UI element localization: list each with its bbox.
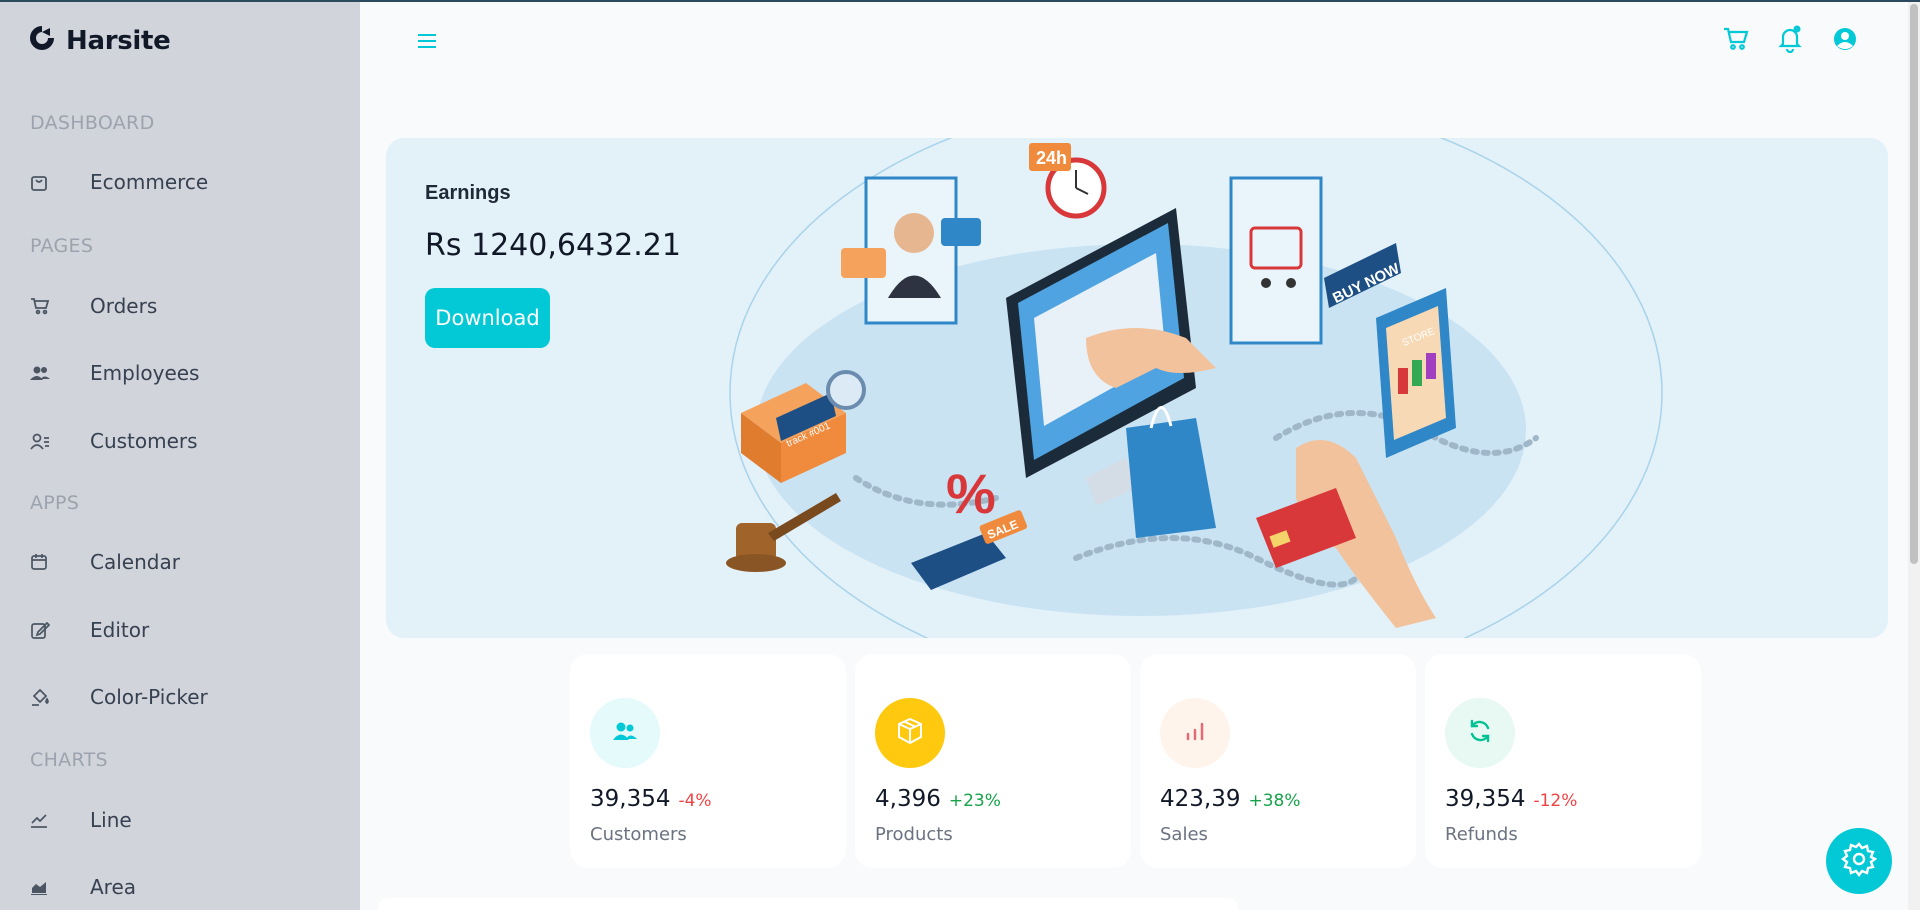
settings-button[interactable] [1826,828,1892,894]
sidebar-item-calendar[interactable]: Calendar [30,542,330,582]
stat-change: +38% [1248,791,1301,811]
stat-card-sales: 423,39 +38% Sales [1140,654,1416,868]
gear-icon [1840,840,1878,883]
calendar-icon [30,551,60,573]
contacts-icon [30,430,60,452]
logo-icon [28,24,56,57]
earnings-amount: Rs 1240,6432.21 [425,228,681,263]
people-icon [612,720,638,747]
cart-button[interactable] [1721,26,1751,56]
user-icon [1831,25,1859,58]
stat-label: Sales [1160,824,1208,845]
stat-card-products: 4,396 +23% Products [855,654,1131,868]
menu-icon [414,34,440,58]
sidebar-item-customers[interactable]: Customers [30,421,330,461]
cart-icon [30,295,60,317]
sidebar-item-label: Editor [90,618,150,642]
sidebar-item-orders[interactable]: Orders [30,286,330,326]
customers-icon-button[interactable] [590,698,660,768]
shopping-bag-icon [30,171,60,193]
edit-icon [30,619,60,641]
cart-icon [1722,25,1750,58]
refresh-icon [1467,718,1493,749]
stat-change: -4% [678,791,712,811]
sidebar-item-employees[interactable]: Employees [30,353,330,393]
page-scrollbar[interactable] [1908,0,1920,910]
bell-icon [1776,25,1804,58]
sidebar-item-label: Area [90,875,137,899]
sidebar-item-label: Orders [90,294,158,318]
sales-icon-button[interactable] [1160,698,1230,768]
area-chart-icon [30,876,60,898]
notifications-button[interactable] [1775,25,1805,58]
stat-label: Products [875,824,953,845]
sidebar-item-color-picker[interactable]: Color-Picker [30,677,330,717]
ecommerce-illustration: 24h BUY NOW STORE track #001 % SALE [726,138,1663,638]
people-icon [30,362,60,384]
stat-value: 423,39 +38% [1160,786,1301,812]
next-card-partial [378,898,1238,910]
box-icon [895,716,925,751]
sidebar-item-editor[interactable]: Editor [30,610,330,650]
stat-value: 39,354 -12% [1445,786,1578,812]
sidebar-item-area[interactable]: Area [30,867,330,907]
app-name: Harsite [66,25,171,56]
paint-bucket-icon [30,686,60,708]
badge-24h: 24h [1036,148,1067,168]
stat-label: Refunds [1445,824,1518,845]
refunds-icon-button[interactable] [1445,698,1515,768]
profile-button[interactable] [1830,26,1860,56]
stat-value: 4,396 +23% [875,786,1001,812]
svg-text:%: % [946,462,996,525]
sidebar-item-label: Employees [90,361,200,385]
sidebar-item-line[interactable]: Line [30,800,330,840]
section-charts: CHARTS [30,749,108,771]
sidebar-item-label: Customers [90,429,198,453]
stat-card-customers: 39,354 -4% Customers [570,654,846,868]
download-button[interactable]: Download [425,288,550,348]
sidebar-item-label: Ecommerce [90,170,209,194]
stat-change: +23% [948,791,1001,811]
line-chart-icon [30,809,60,831]
menu-toggle-button[interactable] [414,28,440,54]
scrollbar-thumb[interactable] [1910,4,1918,564]
top-accent-line [0,0,1920,2]
earnings-hero: Earnings Rs 1240,6432.21 Download 24h BU… [386,138,1888,638]
section-pages: PAGES [30,235,94,257]
earnings-title: Earnings [425,182,511,204]
sidebar-item-label: Color-Picker [90,685,208,709]
sidebar-item-ecommerce[interactable]: Ecommerce [30,162,330,202]
stat-label: Customers [590,824,687,845]
brand[interactable]: Harsite [28,24,171,57]
stat-change: -12% [1533,791,1578,811]
section-apps: APPS [30,492,80,514]
section-dashboard: DASHBOARD [30,112,155,134]
sidebar-item-label: Line [90,808,132,832]
bar-chart-icon [1183,719,1207,748]
sidebar-item-label: Calendar [90,550,180,574]
products-icon-button[interactable] [875,698,945,768]
sidebar: Harsite DASHBOARD Ecommerce PAGES Orders… [0,0,360,910]
stat-value: 39,354 -4% [590,786,712,812]
stat-card-refunds: 39,354 -12% Refunds [1425,654,1701,868]
